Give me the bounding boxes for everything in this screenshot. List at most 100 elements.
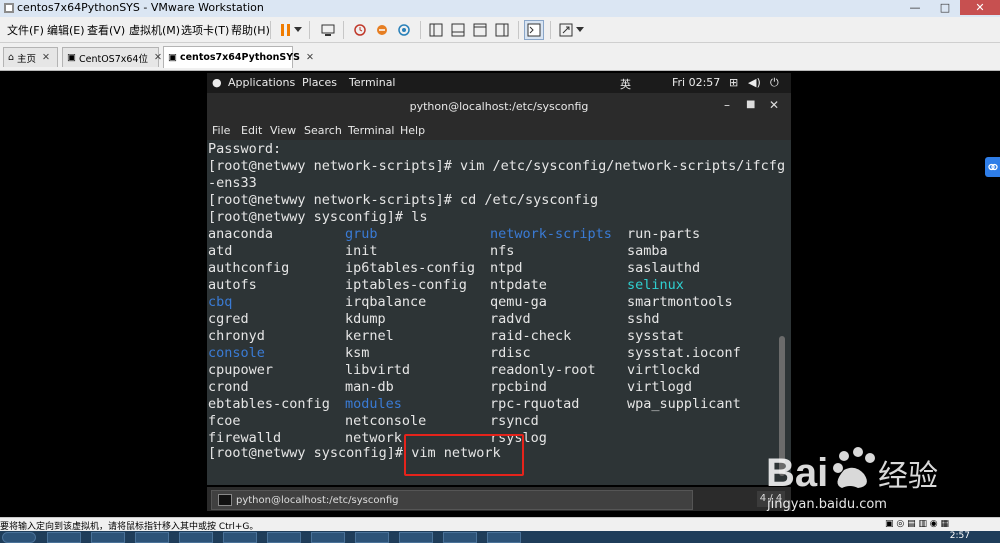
volume-icon[interactable]: ◀): [748, 76, 761, 89]
minimize-button[interactable]: —: [900, 0, 930, 15]
ls-entry: rsyncd: [490, 413, 539, 429]
maximize-button[interactable]: □: [930, 0, 960, 15]
ls-entry: kernel: [345, 328, 394, 344]
ls-entry: raid-check: [490, 328, 572, 344]
command-highlight-box: [404, 434, 524, 476]
gnome-clock[interactable]: Fri 02:57: [672, 76, 720, 89]
gnome-terminal-menu[interactable]: Terminal: [349, 76, 396, 89]
taskbar-item[interactable]: [443, 532, 477, 543]
ls-entry: rdisc: [490, 345, 531, 361]
window-list-item[interactable]: python@localhost:/etc/sysconfig: [211, 490, 693, 510]
terminal-prompt: [root@netwwy sysconfig]#: [208, 445, 404, 461]
gnome-top-bar: ● Applications Places Terminal 英 Fri 02:…: [207, 73, 791, 93]
terminal-line: [root@netwwy network-scripts]# cd /etc/s…: [208, 192, 599, 208]
ls-entry: ksm: [345, 345, 370, 361]
terminal-menu-edit[interactable]: Edit: [241, 124, 262, 137]
close-icon[interactable]: ✕: [306, 52, 314, 63]
terminal-menu-search[interactable]: Search: [304, 124, 342, 137]
ls-entry: console: [208, 345, 265, 361]
taskbar-item[interactable]: [487, 532, 521, 543]
terminal-menubar: File Edit View Search Terminal Help: [207, 120, 791, 140]
chevron-down-icon[interactable]: [574, 20, 586, 40]
network-icon[interactable]: ⊞: [729, 76, 738, 89]
svg-text:Bai: Bai: [766, 451, 828, 495]
close-icon[interactable]: ✕: [769, 98, 779, 112]
ls-entry: virtlockd: [627, 362, 701, 378]
start-button[interactable]: [2, 532, 36, 543]
tab-label: CentOS7x64位: [78, 53, 148, 65]
tab-centos7x64[interactable]: ▣ CentOS7x64位 ✕: [62, 47, 162, 67]
menu-tabs[interactable]: 选项卡(T): [181, 22, 229, 38]
ls-entry: selinux: [627, 277, 684, 293]
applications-icon: ●: [212, 76, 222, 89]
snapshot-icon[interactable]: [350, 20, 370, 40]
ls-entry: authconfig: [208, 260, 290, 276]
taskbar-item[interactable]: [47, 532, 81, 543]
close-icon[interactable]: ✕: [154, 52, 162, 63]
taskbar-item[interactable]: [399, 532, 433, 543]
fullscreen-icon[interactable]: [556, 20, 576, 40]
tab-home[interactable]: ⌂ 主页 ✕: [3, 47, 58, 67]
minimize-icon[interactable]: –: [724, 98, 730, 112]
close-icon[interactable]: ✕: [42, 52, 50, 63]
gnome-places-menu[interactable]: Places: [302, 76, 337, 89]
taskbar-item[interactable]: [267, 532, 301, 543]
send-keys-icon[interactable]: [318, 20, 338, 40]
library-icon[interactable]: [492, 20, 512, 40]
terminal-menu-terminal[interactable]: Terminal: [348, 124, 395, 137]
ls-entry: cpupower: [208, 362, 274, 378]
taskbar-item[interactable]: [179, 532, 213, 543]
vm-icon: ▣: [168, 52, 177, 63]
ls-entry: chronyd: [208, 328, 265, 344]
ls-entry: modules: [345, 396, 402, 412]
ls-entry: run-parts: [627, 226, 701, 242]
taskbar-item[interactable]: [223, 532, 257, 543]
revert-snapshot-icon[interactable]: [372, 20, 392, 40]
ls-entry: rpc-rquotad: [490, 396, 580, 412]
taskbar-item[interactable]: [135, 532, 169, 543]
ls-entry: rpcbind: [490, 379, 547, 395]
home-icon: ⌂: [8, 52, 15, 63]
menu-vm[interactable]: 虚拟机(M): [129, 22, 180, 38]
ls-entry: virtlogd: [627, 379, 693, 395]
menu-edit[interactable]: 编辑(E): [47, 22, 85, 38]
toolbar-separator: [343, 21, 344, 39]
ls-entry: samba: [627, 243, 668, 259]
ls-entry: ip6tables-config: [345, 260, 476, 276]
menu-view[interactable]: 查看(V): [87, 22, 125, 38]
ls-entry: cbq: [208, 294, 233, 310]
toolbar-separator: [309, 21, 310, 39]
thumbnail-icon[interactable]: [448, 20, 468, 40]
input-method-indicator[interactable]: 英: [620, 76, 631, 92]
terminal-line: Password:: [208, 141, 282, 157]
maximize-icon[interactable]: ■: [746, 99, 755, 110]
taskbar-item[interactable]: [311, 532, 345, 543]
toolbar-separator: [550, 21, 551, 39]
ls-entry: wpa_supplicant: [627, 396, 741, 412]
terminal-icon: [218, 494, 232, 506]
taskbar-item[interactable]: [355, 532, 389, 543]
console-view-icon[interactable]: [524, 20, 544, 40]
vmware-statusbar: 要将输入定向到该虚拟机，请将鼠标指针移入其中或按 Ctrl+G。 ▣ ◎ ▤ ▥…: [0, 517, 1000, 532]
window-title: centos7x64PythonSYS - VMware Workstation: [17, 1, 264, 14]
ls-entry: atd: [208, 243, 233, 259]
chevron-down-icon[interactable]: [292, 20, 304, 40]
terminal-line: [root@netwwy network-scripts]# vim /etc/…: [208, 158, 786, 174]
menu-help[interactable]: 帮助(H): [231, 22, 270, 38]
gnome-applications-menu[interactable]: Applications: [228, 76, 295, 89]
taskbar-item[interactable]: [91, 532, 125, 543]
device-icons[interactable]: ▣ ◎ ▤ ▥ ◉ ▦: [885, 519, 949, 529]
power-icon[interactable]: ⏻: [770, 76, 779, 90]
sidebar-toggle-icon[interactable]: [426, 20, 446, 40]
terminal-menu-help[interactable]: Help: [400, 124, 425, 137]
terminal-menu-view[interactable]: View: [270, 124, 296, 137]
link-icon[interactable]: [985, 157, 1000, 177]
close-button[interactable]: ✕: [960, 0, 1000, 15]
ls-entry: libvirtd: [345, 362, 411, 378]
terminal-menu-file[interactable]: File: [212, 124, 230, 137]
watermark-url: jingyan.baidu.com: [767, 497, 887, 512]
snapshot-manager-icon[interactable]: [394, 20, 414, 40]
tabs-view-icon[interactable]: [470, 20, 490, 40]
tab-centos7x64pythonsys[interactable]: ▣ centos7x64PythonSYS ✕: [163, 46, 314, 68]
menu-file[interactable]: 文件(F): [7, 22, 44, 38]
